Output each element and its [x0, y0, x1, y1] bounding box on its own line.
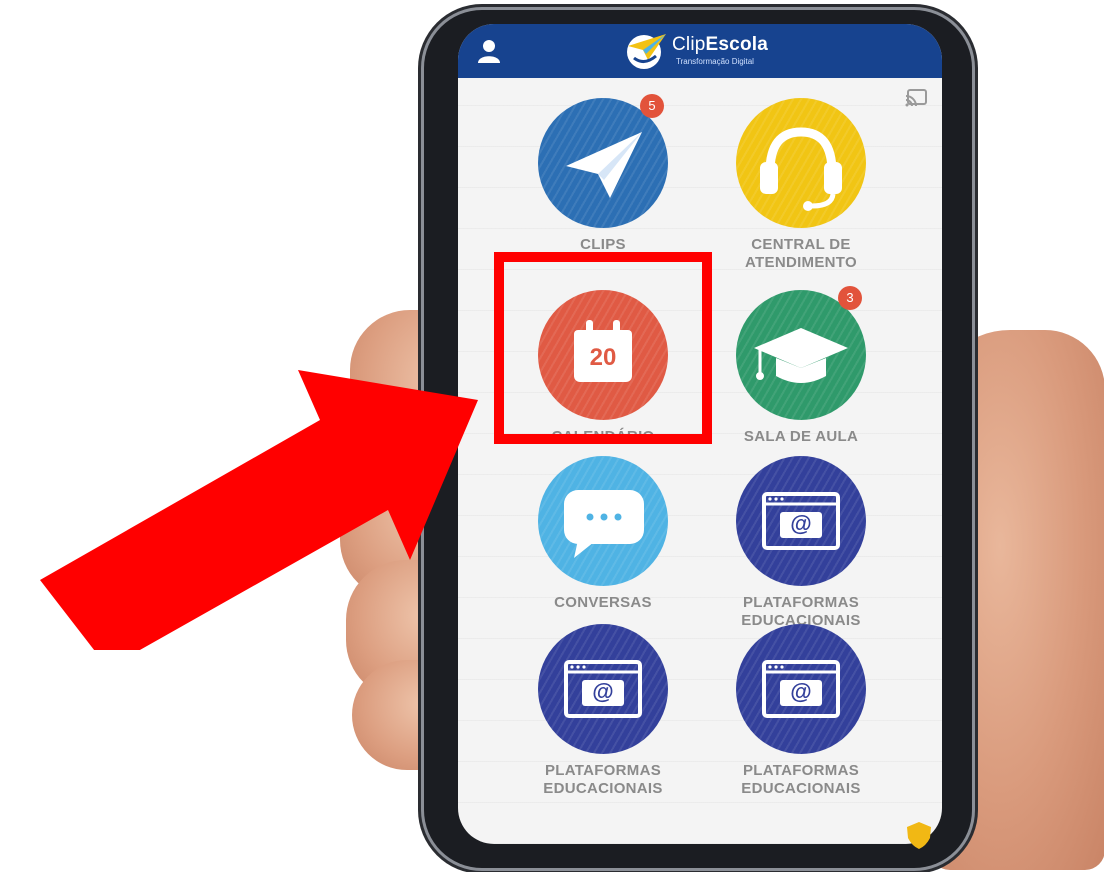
app-tile-plataformas-educacionais[interactable]: @ PLATAFORMAS EDUCACIONAIS	[701, 624, 901, 798]
user-icon[interactable]	[476, 38, 502, 64]
app-logo: ClipEscola Transformação Digital	[624, 28, 784, 74]
app-icon-circle: @	[736, 456, 866, 586]
at-symbol-text: @	[790, 679, 812, 704]
notification-badge: 5	[640, 94, 664, 118]
app-tile-plataformas-educacionais[interactable]: @ PLATAFORMAS EDUCACIONAIS	[503, 624, 703, 798]
app-icon-circle: @	[538, 624, 668, 754]
app-label: SALA DE AULA	[743, 428, 859, 445]
app-header: ClipEscola Transformação Digital	[458, 24, 942, 78]
brand-tagline: Transformação Digital	[676, 57, 754, 66]
app-label: PLATAFORMAS EDUCACIONAIS	[741, 762, 861, 797]
highlight-box	[494, 252, 712, 444]
red-arrow-annotation	[40, 370, 478, 650]
app-tile-clips[interactable]: 5 CLIPS	[503, 94, 703, 254]
app-tile-conversas[interactable]: CONVERSAS	[503, 456, 703, 612]
app-icon-circle: @	[736, 624, 866, 754]
at-symbol-text: @	[790, 511, 812, 536]
app-tile-sala-de-aula[interactable]: 3 SALA DE AULA	[701, 286, 901, 446]
chat-bubble-icon	[564, 490, 644, 558]
notification-badge: 3	[838, 286, 862, 310]
app-label: CENTRAL DE ATENDIMENTO	[745, 236, 857, 271]
app-icon-circle	[538, 456, 668, 586]
logo-plane-icon	[627, 34, 666, 69]
app-tile-central-de-atendimento[interactable]: CENTRAL DE ATENDIMENTO	[701, 98, 901, 272]
app-icon-circle: 3	[736, 286, 866, 420]
cast-icon[interactable]	[904, 88, 928, 108]
app-icon-circle: 5	[538, 94, 668, 228]
brand-suffix: Escola	[705, 34, 768, 55]
brand-prefix: Clip	[672, 34, 706, 55]
brand-name: ClipEscola	[672, 34, 768, 56]
app-label: PLATAFORMAS EDUCACIONAIS	[543, 762, 663, 797]
app-tile-plataformas-educacionais[interactable]: @ PLATAFORMAS EDUCACIONAIS	[701, 456, 901, 630]
shield-icon	[907, 822, 931, 849]
app-icon-circle	[736, 98, 866, 228]
at-symbol-text: @	[592, 679, 614, 704]
headset-icon	[760, 127, 842, 211]
app-label: CONVERSAS	[554, 594, 652, 611]
